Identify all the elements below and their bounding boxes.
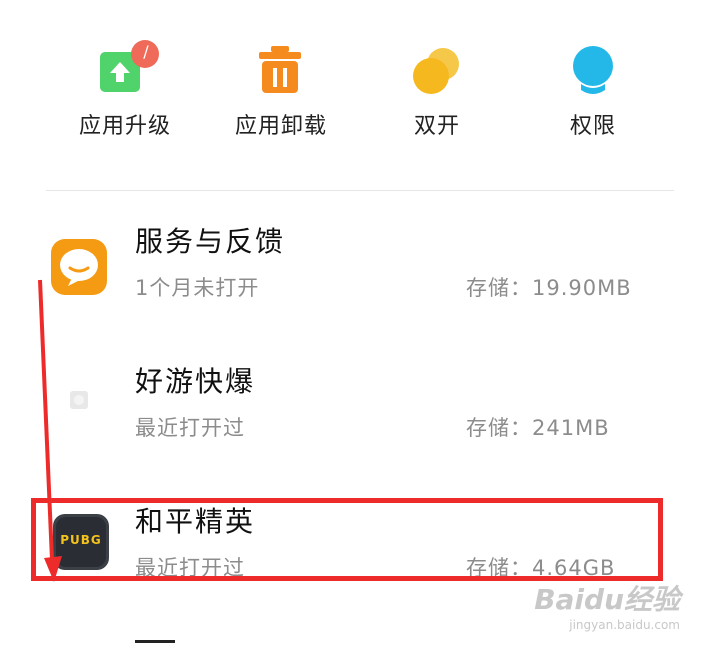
watermark-main: Baidu经验 — [534, 583, 680, 616]
upgrade-badge: / — [143, 42, 149, 61]
permissions-button[interactable]: 权限 — [533, 40, 653, 140]
app-uninstall-button[interactable]: 应用卸载 — [221, 40, 341, 140]
feedback-chat-icon — [50, 238, 108, 296]
watermark-sub: jingyan.baidu.com — [569, 618, 680, 632]
app-list-item[interactable]: 服务与反馈 1个月未打开 存储：19.90MB — [0, 200, 720, 340]
app-upgrade-button[interactable]: / 应用升级 — [65, 40, 185, 140]
quick-actions-bar: / 应用升级 应用卸载 双开 权限 — [0, 0, 720, 160]
dual-circles-icon — [409, 40, 465, 96]
app-upgrade-label: 应用升级 — [78, 114, 171, 139]
placeholder-app-icon — [50, 378, 108, 436]
next-row-fragment — [135, 640, 175, 651]
dual-open-label: 双开 — [413, 114, 460, 139]
divider — [46, 190, 674, 191]
permissions-label: 权限 — [569, 114, 616, 139]
app-storage: 存储：19.90MB — [466, 276, 632, 300]
app-name: 服务与反馈 — [135, 225, 286, 258]
app-uninstall-label: 应用卸载 — [234, 114, 327, 139]
highlight-box — [31, 498, 663, 581]
app-upgrade-icon: / — [97, 40, 159, 96]
permission-icon — [565, 40, 621, 96]
dual-open-button[interactable]: 双开 — [377, 40, 497, 140]
app-name: 好游快爆 — [135, 365, 256, 398]
app-list-item[interactable]: 好游快爆 最近打开过 存储：241MB — [0, 340, 720, 480]
trash-icon — [253, 40, 309, 96]
app-last-opened: 最近打开过 — [135, 416, 245, 440]
app-storage: 存储：241MB — [466, 416, 610, 440]
app-last-opened: 1个月未打开 — [135, 276, 260, 300]
watermark: Baidu经验 jingyan.baidu.com — [534, 578, 680, 632]
